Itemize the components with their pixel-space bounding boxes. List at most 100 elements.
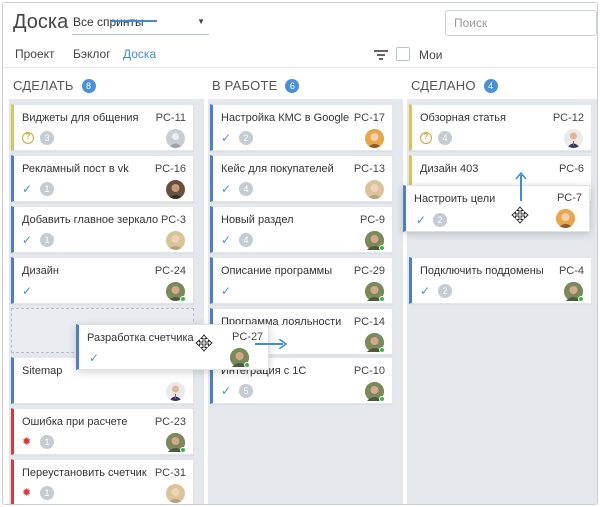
tab-board[interactable]: Доска [123, 47, 156, 61]
avatar[interactable] [166, 282, 186, 302]
avatar[interactable] [365, 382, 385, 402]
page-title: Доска [13, 11, 69, 33]
card-title: Описание программы [221, 265, 333, 277]
filter-icon[interactable] [374, 49, 388, 61]
card-title: Настройка КМС в Google [221, 112, 350, 124]
tab-backlog[interactable]: Бэклог [73, 47, 111, 61]
check-icon: ✓ [22, 233, 33, 247]
task-card[interactable]: Подключить поддомены PC-4 ✓ 2 [409, 257, 592, 304]
task-card[interactable]: Кейс для покупателей PC-13 ✓ 4 [210, 155, 393, 202]
check-icon: ✓ [22, 284, 33, 298]
card-code: PC-24 [154, 265, 186, 277]
subtask-count: 2 [433, 213, 447, 227]
card-code: PC-29 [353, 265, 385, 277]
card-title: Разработка счетчика [87, 332, 194, 344]
mine-filter-label: Мои [419, 48, 443, 62]
check-icon: ✓ [221, 233, 232, 247]
avatar[interactable] [365, 333, 385, 353]
card-code: PC-16 [154, 163, 186, 175]
subtask-count: 1 [40, 233, 54, 247]
check-icon: ✓ [416, 213, 427, 227]
card-code: PC-23 [154, 416, 186, 428]
task-card[interactable]: Рекламный пост в vk PC-16 ✓ 1 [11, 155, 194, 202]
card-title: Дизайн 403 [420, 163, 479, 175]
subtask-count: 4 [438, 131, 452, 145]
task-card[interactable]: Настройка КМС в Google PC-17 ✓ 2 [210, 104, 393, 151]
task-card[interactable]: Описание программы PC-29 ✓ [210, 257, 393, 304]
card-code: PC-17 [353, 112, 385, 124]
dragged-task-card[interactable]: Разработка счетчика PC-27 ✓ [76, 324, 269, 370]
card-code: PC-6 [558, 163, 584, 175]
check-icon: ✓ [221, 384, 232, 398]
subtask-count: 2 [239, 131, 253, 145]
task-card[interactable]: Виджеты для общения PC-11 ? 3 [11, 104, 194, 151]
online-status-icon [244, 362, 250, 368]
move-cursor-icon [195, 334, 213, 352]
online-status-icon [379, 296, 385, 302]
story-icon: ? [420, 132, 432, 144]
card-title: Добавить главное зеркало [22, 214, 159, 226]
online-status-icon [180, 447, 186, 453]
subtask-count: 1 [40, 182, 54, 196]
divider [3, 67, 597, 68]
column-count-badge: 6 [285, 78, 300, 93]
avatar[interactable] [230, 348, 250, 368]
check-icon: ✓ [221, 131, 232, 145]
move-cursor-icon [511, 206, 529, 224]
card-title: Дизайн [22, 265, 59, 277]
search-input[interactable]: Поиск [445, 10, 597, 36]
dragged-task-card[interactable]: Настроить цели PC-7 ✓ 2 [403, 185, 590, 232]
avatar[interactable] [365, 231, 385, 251]
card-code: PC-7 [556, 192, 582, 204]
avatar[interactable] [365, 129, 384, 148]
task-card[interactable]: Ошибка при расчете PC-23 ✹ 1 [11, 408, 194, 455]
card-code: PC-10 [353, 365, 385, 377]
task-card[interactable]: Новый раздел PC-9 ✓ 4 [210, 206, 393, 253]
card-code: PC-4 [558, 265, 584, 277]
task-card[interactable]: Добавить главное зеркало PC-3 ✓ 1 [11, 206, 194, 253]
card-title: Sitemap [22, 365, 63, 377]
check-icon: ✓ [420, 284, 431, 298]
arrow-up-icon [515, 172, 527, 180]
check-icon: ✓ [89, 351, 100, 365]
avatar[interactable] [166, 433, 186, 453]
avatar[interactable] [564, 282, 584, 302]
online-status-icon [180, 296, 186, 302]
column-header-todo: СДЕЛАТЬ 8 [13, 77, 96, 95]
avatar[interactable] [166, 180, 185, 199]
sprint-select-value: Все спринты [73, 15, 144, 29]
card-code: PC-3 [160, 214, 186, 226]
avatar[interactable] [556, 209, 575, 228]
avatar[interactable] [365, 282, 385, 302]
card-code: PC-31 [154, 467, 186, 479]
mine-filter-checkbox[interactable] [396, 47, 410, 61]
subtask-count: 4 [239, 182, 253, 196]
task-card[interactable]: Дизайн PC-24 ✓ [11, 257, 194, 304]
tab-project[interactable]: Проект [15, 47, 55, 61]
online-status-icon [379, 396, 385, 402]
column-title: СДЕЛАТЬ [13, 78, 74, 94]
card-title: Обзорная статья [420, 112, 506, 124]
avatar[interactable] [365, 180, 384, 199]
avatar[interactable] [166, 231, 185, 250]
chevron-down-icon: ▼ [197, 17, 205, 26]
column-title: СДЕЛАНО [411, 78, 476, 94]
card-title: Ошибка при расчете [22, 416, 128, 428]
online-status-icon [379, 245, 385, 251]
column-count-badge: 8 [81, 78, 96, 93]
avatar[interactable] [564, 129, 583, 148]
card-title: Переустановить счетчик [22, 467, 147, 479]
column-header-in-progress: В РАБОТЕ 6 [212, 77, 300, 95]
task-card[interactable]: Обзорная статья PC-12 ? 4 [409, 104, 592, 151]
check-icon: ✓ [22, 182, 33, 196]
task-card[interactable]: Переустановить счетчик PC-31 ✹ 1 [11, 459, 194, 504]
sprint-select[interactable]: Все спринты ▼ [72, 12, 209, 35]
online-status-icon [379, 347, 385, 353]
avatar[interactable] [166, 382, 185, 401]
avatar[interactable] [166, 484, 185, 503]
subtask-count: 5 [239, 384, 253, 398]
avatar[interactable] [166, 129, 185, 148]
bug-icon: ✹ [22, 487, 32, 499]
card-title: Подключить поддомены [420, 265, 544, 277]
card-title: Рекламный пост в vk [22, 163, 129, 175]
